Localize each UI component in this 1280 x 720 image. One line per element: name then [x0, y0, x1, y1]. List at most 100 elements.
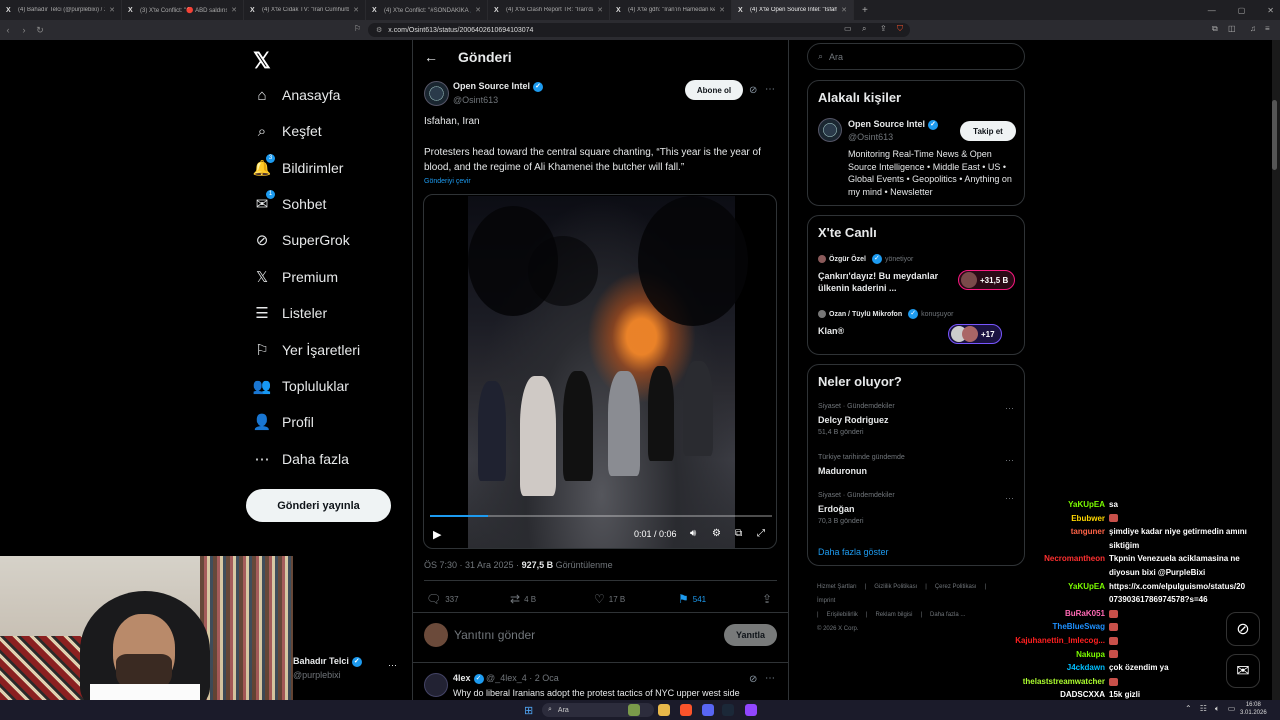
- sidebar-item-6[interactable]: ☰ Listeler: [252, 301, 327, 325]
- chat-username[interactable]: DADSCXXA: [1060, 690, 1105, 699]
- trend-name[interactable]: Erdoğan: [818, 504, 855, 514]
- footer-link[interactable]: © 2026 X Corp.: [817, 626, 858, 632]
- live-listeners[interactable]: +31,5 B: [958, 270, 1016, 290]
- reply-author[interactable]: 4lex ✓ @_4lex_4 · 2 Oca: [453, 673, 559, 684]
- minimize-icon[interactable]: —: [1208, 6, 1216, 15]
- account-more-icon[interactable]: ⋯: [388, 660, 397, 671]
- more-options-icon[interactable]: ⋯: [765, 673, 775, 684]
- translate-link[interactable]: Gönderiyi çevir: [424, 178, 471, 185]
- browser-tab[interactable]: X(4) X'te gdh: "İran'ın Hamedan kenti...…: [610, 0, 732, 20]
- extensions-icon[interactable]: ⧉: [1212, 24, 1218, 34]
- browser-tab[interactable]: X(4) X'te Open Source Intel: "Isfahan...…: [732, 0, 854, 20]
- scrollbar-thumb[interactable]: [1272, 100, 1277, 170]
- chat-username[interactable]: tanguner: [1071, 527, 1105, 536]
- chat-username[interactable]: YaKUpEA: [1068, 500, 1105, 509]
- footer-link[interactable]: Hizmet Şartları: [817, 584, 857, 590]
- grok-icon[interactable]: ⊘: [1226, 612, 1260, 646]
- windows-start-icon[interactable]: ⊞: [524, 704, 533, 717]
- close-tab-icon[interactable]: ✕: [231, 6, 237, 14]
- sidebar-item-9[interactable]: 👤 Profil: [252, 410, 314, 434]
- chat-username[interactable]: BuRaK051: [1065, 609, 1105, 618]
- browser-tab[interactable]: X(4) X'te Cıdak TV: "İran Cumhurbaşkanı.…: [244, 0, 366, 20]
- chat-username[interactable]: Ebubwer: [1071, 514, 1105, 523]
- steam-icon[interactable]: [722, 704, 734, 716]
- x-logo[interactable]: 𝕏: [253, 48, 271, 74]
- sidebar-item-1[interactable]: ⌕ Keşfet: [252, 119, 322, 143]
- reply-input[interactable]: Yanıtını gönder: [454, 628, 535, 642]
- chat-username[interactable]: thelaststreamwatcher: [1023, 677, 1105, 686]
- discord-icon[interactable]: [702, 704, 714, 716]
- related-handle[interactable]: @Osint613: [848, 132, 893, 142]
- author-handle[interactable]: @Osint613: [453, 95, 498, 105]
- video-progress-bar[interactable]: [430, 515, 772, 517]
- menu-icon[interactable]: ≡: [1265, 24, 1270, 33]
- close-icon[interactable]: ✕: [1267, 6, 1274, 15]
- live-listeners[interactable]: +17: [948, 324, 1002, 344]
- live-title[interactable]: Çankırı'dayız! Bu meydanlar ülkenin kade…: [818, 270, 953, 294]
- repost-stat[interactable]: ⇄ 4 B: [510, 592, 536, 606]
- site-info-icon[interactable]: ⚙: [376, 26, 382, 34]
- footer-link[interactable]: Erişilebilirlik: [827, 612, 858, 618]
- taskbar-clock[interactable]: 16:08 3.01.2026: [1240, 701, 1267, 717]
- share-icon[interactable]: ⇪: [880, 24, 887, 33]
- screen-icon[interactable]: ▭: [844, 24, 852, 33]
- video-player[interactable]: ▶ 0:01 / 0:06 🔊︎ ⚙ ⧉ ⤢: [423, 194, 777, 549]
- close-tab-icon[interactable]: ✕: [841, 6, 847, 14]
- chat-username[interactable]: Nakupa: [1076, 650, 1105, 659]
- live-title[interactable]: Klan®: [818, 325, 953, 337]
- messages-icon[interactable]: ✉: [1226, 654, 1260, 688]
- close-tab-icon[interactable]: ✕: [719, 6, 725, 14]
- music-icon[interactable]: ♫: [1250, 24, 1256, 33]
- browser-tab[interactable]: X(4) X'te Clash Report TR: "İran'da Bugü…: [488, 0, 610, 20]
- brave-shield-icon[interactable]: ⛉: [897, 24, 903, 34]
- footer-link[interactable]: Gizlilik Politikası: [874, 584, 917, 590]
- settings-icon[interactable]: ⚙: [712, 528, 721, 539]
- post-button[interactable]: Gönderi yayınla: [246, 489, 391, 522]
- reply-author-avatar[interactable]: [424, 673, 448, 697]
- sidebar-item-2[interactable]: 🔔 3 Bildirimler: [252, 154, 343, 180]
- chat-username[interactable]: Necromantheon: [1044, 554, 1105, 563]
- chat-username[interactable]: TheBlueSwag: [1053, 622, 1105, 631]
- chat-username[interactable]: J4ckdawn: [1067, 663, 1105, 672]
- volume-icon[interactable]: 🔊︎: [690, 528, 696, 539]
- wallet-icon[interactable]: ◫: [1228, 24, 1236, 33]
- browser-tab[interactable]: X(4) X'te Conflict: "#SONDAKİKA 🚨 İr...✕: [366, 0, 488, 20]
- trend-name[interactable]: Delcy Rodriguez: [818, 415, 889, 425]
- show-more-link[interactable]: Daha fazla göster: [818, 547, 889, 557]
- bookmark-stat[interactable]: ⚑ 541: [678, 592, 706, 606]
- account-handle[interactable]: @purplebixi: [293, 670, 341, 680]
- file-explorer-icon[interactable]: [658, 704, 670, 716]
- reload-icon[interactable]: ↻: [32, 25, 48, 36]
- chat-username[interactable]: Kajuhanettin_Imlecog...: [1015, 636, 1105, 645]
- browser-tab[interactable]: X(3) X'te Conflict: "🔴 ABD saldırısının.…: [122, 0, 244, 20]
- system-tray[interactable]: ⌃ ☷ 🔈︎ ▭: [1185, 704, 1235, 714]
- footer-link[interactable]: Daha fazla ...: [930, 612, 965, 618]
- sidebar-item-4[interactable]: ⊘ SuperGrok: [252, 228, 350, 252]
- related-name[interactable]: Open Source Intel ✓: [848, 119, 939, 130]
- fullscreen-icon[interactable]: ⤢: [757, 528, 765, 539]
- my-avatar[interactable]: [424, 623, 448, 647]
- footer-link[interactable]: Reklam bilgisi: [875, 612, 912, 618]
- more-options-icon[interactable]: ⋯: [1005, 455, 1014, 466]
- brave-icon[interactable]: [680, 704, 692, 716]
- obs-icon[interactable]: [745, 704, 757, 716]
- footer-link[interactable]: İmprint: [817, 598, 835, 604]
- search-input[interactable]: ⌕ Ara: [807, 43, 1025, 70]
- new-tab-icon[interactable]: +: [854, 5, 876, 16]
- play-icon[interactable]: ▶: [433, 528, 441, 541]
- maximize-icon[interactable]: ▢: [1238, 6, 1246, 15]
- back-arrow-icon[interactable]: ←: [424, 49, 438, 65]
- widget-icon[interactable]: [628, 704, 640, 716]
- grok-icon[interactable]: ⊘: [749, 85, 757, 96]
- author-avatar[interactable]: [424, 81, 449, 106]
- author-name[interactable]: Open Source Intel ✓: [453, 81, 544, 92]
- grok-icon[interactable]: ⊘: [749, 674, 757, 685]
- trend-name[interactable]: Maduronun: [818, 466, 867, 476]
- sidebar-item-3[interactable]: ✉ 1 Sohbet: [252, 190, 326, 216]
- close-tab-icon[interactable]: ✕: [109, 6, 115, 14]
- url-field[interactable]: ⚙ x.com/Osint613/status/2006402610694103…: [368, 23, 910, 37]
- footer-link[interactable]: Çerez Politikası: [935, 584, 977, 590]
- close-tab-icon[interactable]: ✕: [597, 6, 603, 14]
- reply-stat[interactable]: 🗨︎ 337: [426, 592, 459, 606]
- live-host[interactable]: Özgür Özel ✓ yönetiyor: [818, 254, 913, 264]
